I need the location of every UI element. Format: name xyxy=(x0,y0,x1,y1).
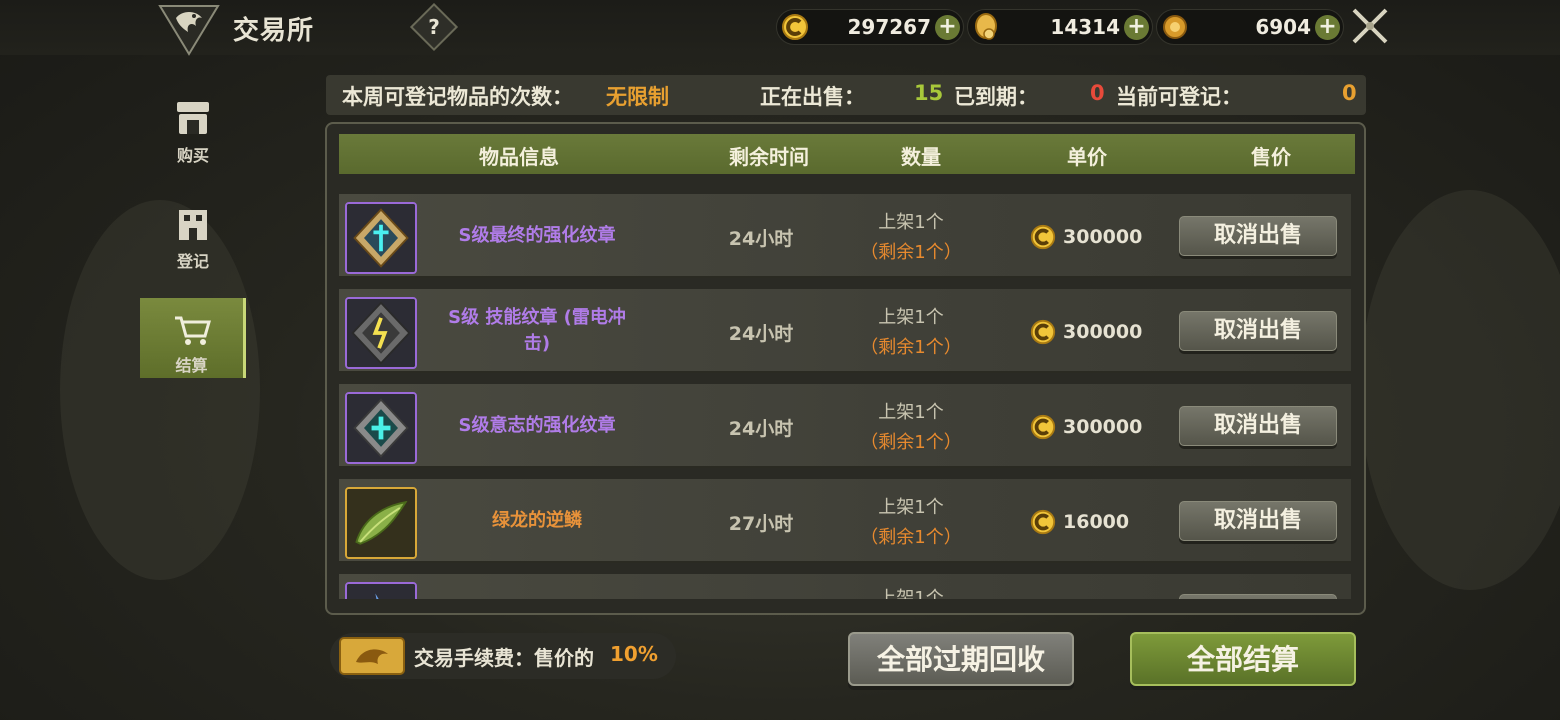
shop-icon xyxy=(177,102,209,134)
currency-coin-stack-value: 14314 xyxy=(1050,15,1120,39)
table-row: S级意志的强化纹章 24小时 上架1个 （剩余1个） 300000 取消出售 xyxy=(339,384,1351,468)
reclaim-all-expired-button[interactable]: 全部过期回收 xyxy=(848,632,1074,686)
unit-price: 300000 xyxy=(1029,222,1142,252)
gold-c-coin-icon xyxy=(1030,319,1056,345)
currency-gold-value: 297267 xyxy=(847,15,932,39)
item-name: 绿龙的逆鳞 xyxy=(492,510,582,531)
available-label: 当前可登记： xyxy=(1116,85,1242,109)
cart-icon xyxy=(175,316,211,345)
question-mark-icon: ? xyxy=(428,15,440,39)
remaining-quantity: （剩余1个） xyxy=(860,527,962,548)
trade-fee-label: 交易手续费：售价的 xyxy=(414,646,594,670)
info-bar: 本周可登记物品的次数： 无限制 正在出售： 15 已到期： 0 当前可登记： 0 xyxy=(326,75,1366,115)
cancel-sale-button[interactable]: 取消出售 xyxy=(1179,216,1337,256)
table-row: S级 技能纹章 (雷电冲击) 24小时 上架1个 （剩余1个） 300000 取… xyxy=(339,289,1351,373)
trade-fee-info: 交易手续费：售价的 10% xyxy=(330,633,676,679)
listing-rows[interactable]: S级最终的强化纹章 24小时 上架1个 （剩余1个） 300000 取消出售 S… xyxy=(339,194,1355,599)
remaining-quantity: （剩余1个） xyxy=(860,432,962,453)
listed-quantity: 上架1个 xyxy=(878,497,944,518)
header-sale-price: 售价 xyxy=(1251,145,1291,169)
listed-quantity: 上架1个 xyxy=(878,307,944,328)
expired-label: 已到期： xyxy=(954,85,1038,109)
sidebar-item-label: 购买 xyxy=(176,146,209,165)
unit-price-value: 300000 xyxy=(1063,416,1143,438)
table-header: 物品信息 剩余时间 数量 单价 售价 xyxy=(339,134,1355,174)
remaining-time: 24小时 xyxy=(728,228,794,250)
currency-token: 6904 + xyxy=(1156,9,1344,45)
background-statue-right xyxy=(1360,190,1560,590)
header-item-info: 物品信息 xyxy=(479,145,559,169)
gold-c-coin-icon xyxy=(1030,224,1056,250)
will-emblem-icon xyxy=(345,392,417,464)
cancel-sale-button[interactable]: 取消出售 xyxy=(1179,406,1337,446)
table-row: S级最终的强化纹章 24小时 上架1个 （剩余1个） 300000 取消出售 xyxy=(339,194,1351,278)
table-row: 上架1个 xyxy=(339,574,1351,599)
sidebar-item-label: 登记 xyxy=(176,252,209,271)
dragon-emblem-icon xyxy=(158,5,220,56)
add-token-button[interactable]: + xyxy=(1315,15,1340,40)
close-crossed-swords-icon[interactable] xyxy=(1348,4,1392,48)
unit-price-value: 16000 xyxy=(1063,511,1130,533)
unit-price-value: 300000 xyxy=(1063,321,1143,343)
header-remaining-time: 剩余时间 xyxy=(729,145,809,169)
header-unit-price: 单价 xyxy=(1067,145,1107,169)
selling-count: 15 xyxy=(914,81,944,105)
remaining-time: 24小时 xyxy=(728,418,794,440)
unit-price: 300000 xyxy=(1029,412,1142,442)
listed-quantity: 上架1个 xyxy=(878,588,944,599)
sidebar-item-buy[interactable]: 购买 xyxy=(140,92,246,172)
remaining-time: 24小时 xyxy=(728,323,794,345)
remaining-time: 27小时 xyxy=(728,513,794,535)
unit-price: 16000 xyxy=(1029,507,1129,537)
gold-c-coin-icon xyxy=(782,14,808,40)
currency-gold: 297267 + xyxy=(776,9,964,45)
cancel-sale-button[interactable] xyxy=(1179,594,1337,599)
header-quantity: 数量 xyxy=(901,145,941,169)
weekly-limit-value: 无限制 xyxy=(606,85,669,109)
sidebar-item-register[interactable]: 登记 xyxy=(140,198,246,278)
settle-all-button[interactable]: 全部结算 xyxy=(1130,632,1356,686)
currency-token-value: 6904 xyxy=(1255,15,1311,39)
currency-coin-stack: 14314 + xyxy=(967,9,1153,45)
listed-quantity: 上架1个 xyxy=(878,212,944,233)
remaining-quantity: （剩余1个） xyxy=(860,337,962,358)
top-bar: 交易所 ? 297267 + 14314 + 6904 + xyxy=(0,0,1560,56)
unit-price: 300000 xyxy=(1029,317,1142,347)
add-gold-button[interactable]: + xyxy=(935,15,960,40)
remaining-quantity: （剩余1个） xyxy=(860,242,962,263)
cancel-sale-button[interactable]: 取消出售 xyxy=(1179,501,1337,541)
weekly-limit-label: 本周可登记物品的次数： xyxy=(342,85,573,109)
enhancement-emblem-icon xyxy=(345,202,417,274)
unit-price-value: 300000 xyxy=(1063,226,1143,248)
item-name: S级 技能纹章 (雷电冲击) xyxy=(448,307,626,354)
expired-count: 0 xyxy=(1090,81,1105,105)
gold-ticket-icon xyxy=(339,637,405,675)
gold-token-icon xyxy=(1163,15,1187,39)
gold-c-coin-icon xyxy=(1030,509,1056,535)
item-icon xyxy=(345,582,417,599)
sidebar-item-settle[interactable]: 结算 xyxy=(140,298,246,378)
item-name: S级最终的强化纹章 xyxy=(458,225,616,246)
listed-quantity: 上架1个 xyxy=(878,402,944,423)
cancel-sale-button[interactable]: 取消出售 xyxy=(1179,311,1337,351)
gold-c-coin-icon xyxy=(1030,414,1056,440)
listings-panel: 物品信息 剩余时间 数量 单价 售价 S级最终的强化纹章 24小时 上架1个 （… xyxy=(325,122,1366,615)
building-icon xyxy=(179,210,207,240)
trade-fee-percent: 10% xyxy=(610,642,658,666)
page-title: 交易所 xyxy=(233,16,315,46)
table-row: 绿龙的逆鳞 27小时 上架1个 （剩余1个） 16000 取消出售 xyxy=(339,479,1351,563)
item-name: S级意志的强化纹章 xyxy=(458,415,616,436)
gold-coin-stack-icon xyxy=(975,13,997,40)
selling-label: 正在出售： xyxy=(760,85,865,109)
skill-emblem-icon xyxy=(345,297,417,369)
dragon-scale-icon xyxy=(345,487,417,559)
add-coin-stack-button[interactable]: + xyxy=(1124,15,1149,40)
sidebar-item-label: 结算 xyxy=(175,356,208,375)
available-count: 0 xyxy=(1342,81,1357,105)
help-button[interactable]: ? xyxy=(409,2,459,52)
